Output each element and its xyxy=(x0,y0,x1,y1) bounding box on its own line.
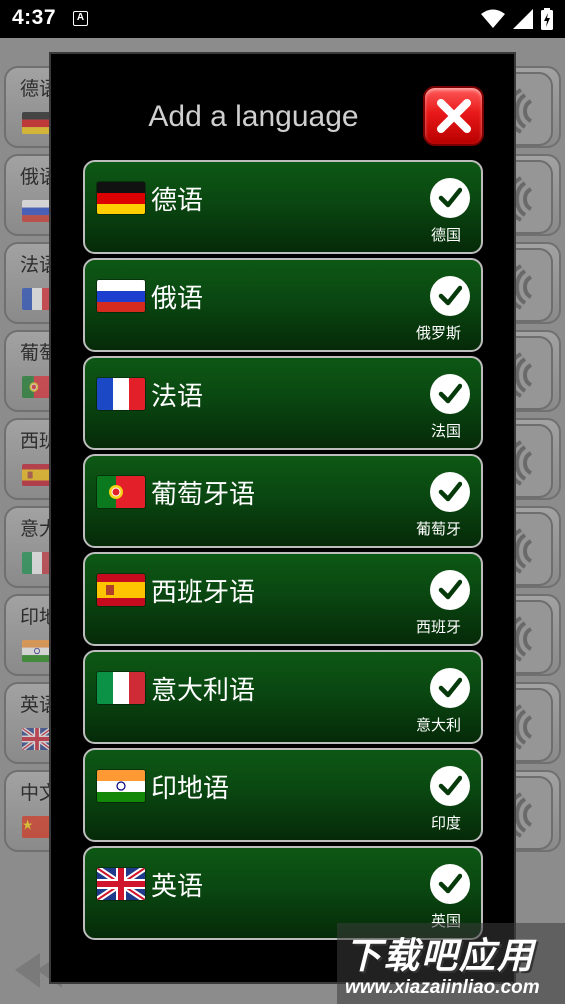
language-item-it[interactable]: 意大利语意大利 xyxy=(83,650,483,744)
notification-icon: A xyxy=(73,11,88,26)
language-country: 俄罗斯 xyxy=(415,324,461,342)
flag-pt-icon xyxy=(97,476,145,508)
flag-gb-icon xyxy=(22,728,52,750)
language-country: 法国 xyxy=(430,422,461,440)
flag-pt-icon xyxy=(22,376,52,398)
add-language-dialog: Add a language 德语 德国 俄语 俄罗斯 法语 法国 葡萄牙语 葡萄牙 西班牙语西… xyxy=(49,52,516,984)
language-list: 德语德国俄语俄罗斯法语法国葡萄牙语葡萄牙西班牙语西班牙意大利语意大利印地语印度英… xyxy=(83,160,483,982)
checkmark-icon[interactable] xyxy=(430,864,470,904)
checkmark-icon[interactable] xyxy=(430,374,470,414)
status-time: 4:37 xyxy=(12,6,57,29)
status-icons xyxy=(481,8,553,30)
flag-de-icon xyxy=(97,182,145,214)
flag-it-icon xyxy=(22,552,52,574)
signal-icon xyxy=(513,9,533,29)
language-country: 西班牙 xyxy=(415,618,461,636)
language-country: 印度 xyxy=(430,814,461,832)
flag-fr-icon xyxy=(22,288,52,310)
checkmark-icon[interactable] xyxy=(430,668,470,708)
flag-es-icon xyxy=(22,464,52,486)
language-country: 意大利 xyxy=(415,716,461,734)
checkmark-icon[interactable] xyxy=(430,570,470,610)
wifi-icon xyxy=(481,9,505,28)
flag-de-icon xyxy=(22,112,52,134)
language-name: 法语 xyxy=(151,382,204,412)
flag-gb-icon xyxy=(97,868,145,900)
flag-it-icon xyxy=(97,672,145,704)
dialog-title: Add a language xyxy=(148,100,359,133)
language-item-de[interactable]: 德语德国 xyxy=(83,160,483,254)
language-name: 西班牙语 xyxy=(151,578,256,608)
flag-es-icon xyxy=(97,574,145,606)
language-item-fr[interactable]: 法语法国 xyxy=(83,356,483,450)
checkmark-icon[interactable] xyxy=(430,766,470,806)
flag-in-icon xyxy=(97,770,145,802)
language-name: 印地语 xyxy=(151,774,230,804)
language-item-es[interactable]: 西班牙语西班牙 xyxy=(83,552,483,646)
language-country: 德国 xyxy=(430,226,461,244)
language-name: 葡萄牙语 xyxy=(151,480,256,510)
language-name: 德语 xyxy=(151,186,204,216)
checkmark-icon[interactable] xyxy=(430,178,470,218)
close-x-icon xyxy=(437,99,471,133)
watermark-title: 下载吧应用 xyxy=(345,936,536,977)
flag-ru-icon xyxy=(22,200,52,222)
flag-in-icon xyxy=(22,640,52,662)
flag-fr-icon xyxy=(97,378,145,410)
language-name: 英语 xyxy=(151,872,204,902)
checkmark-icon[interactable] xyxy=(430,472,470,512)
close-button[interactable] xyxy=(423,86,484,146)
language-name: 俄语 xyxy=(151,284,204,314)
language-item-in[interactable]: 印地语印度 xyxy=(83,748,483,842)
language-item-pt[interactable]: 葡萄牙语葡萄牙 xyxy=(83,454,483,548)
checkmark-icon[interactable] xyxy=(430,276,470,316)
watermark-url: www.xiazaiinliao.com xyxy=(345,977,540,998)
battery-icon xyxy=(541,8,553,30)
language-name: 意大利语 xyxy=(151,676,256,706)
flag-ru-icon xyxy=(97,280,145,312)
language-item-ru[interactable]: 俄语俄罗斯 xyxy=(83,258,483,352)
flag-cn-icon xyxy=(22,816,52,838)
watermark: 下载吧应用 www.xiazaiinliao.com xyxy=(337,923,565,1004)
status-bar: 4:37 A xyxy=(0,0,565,38)
language-country: 葡萄牙 xyxy=(415,520,461,538)
